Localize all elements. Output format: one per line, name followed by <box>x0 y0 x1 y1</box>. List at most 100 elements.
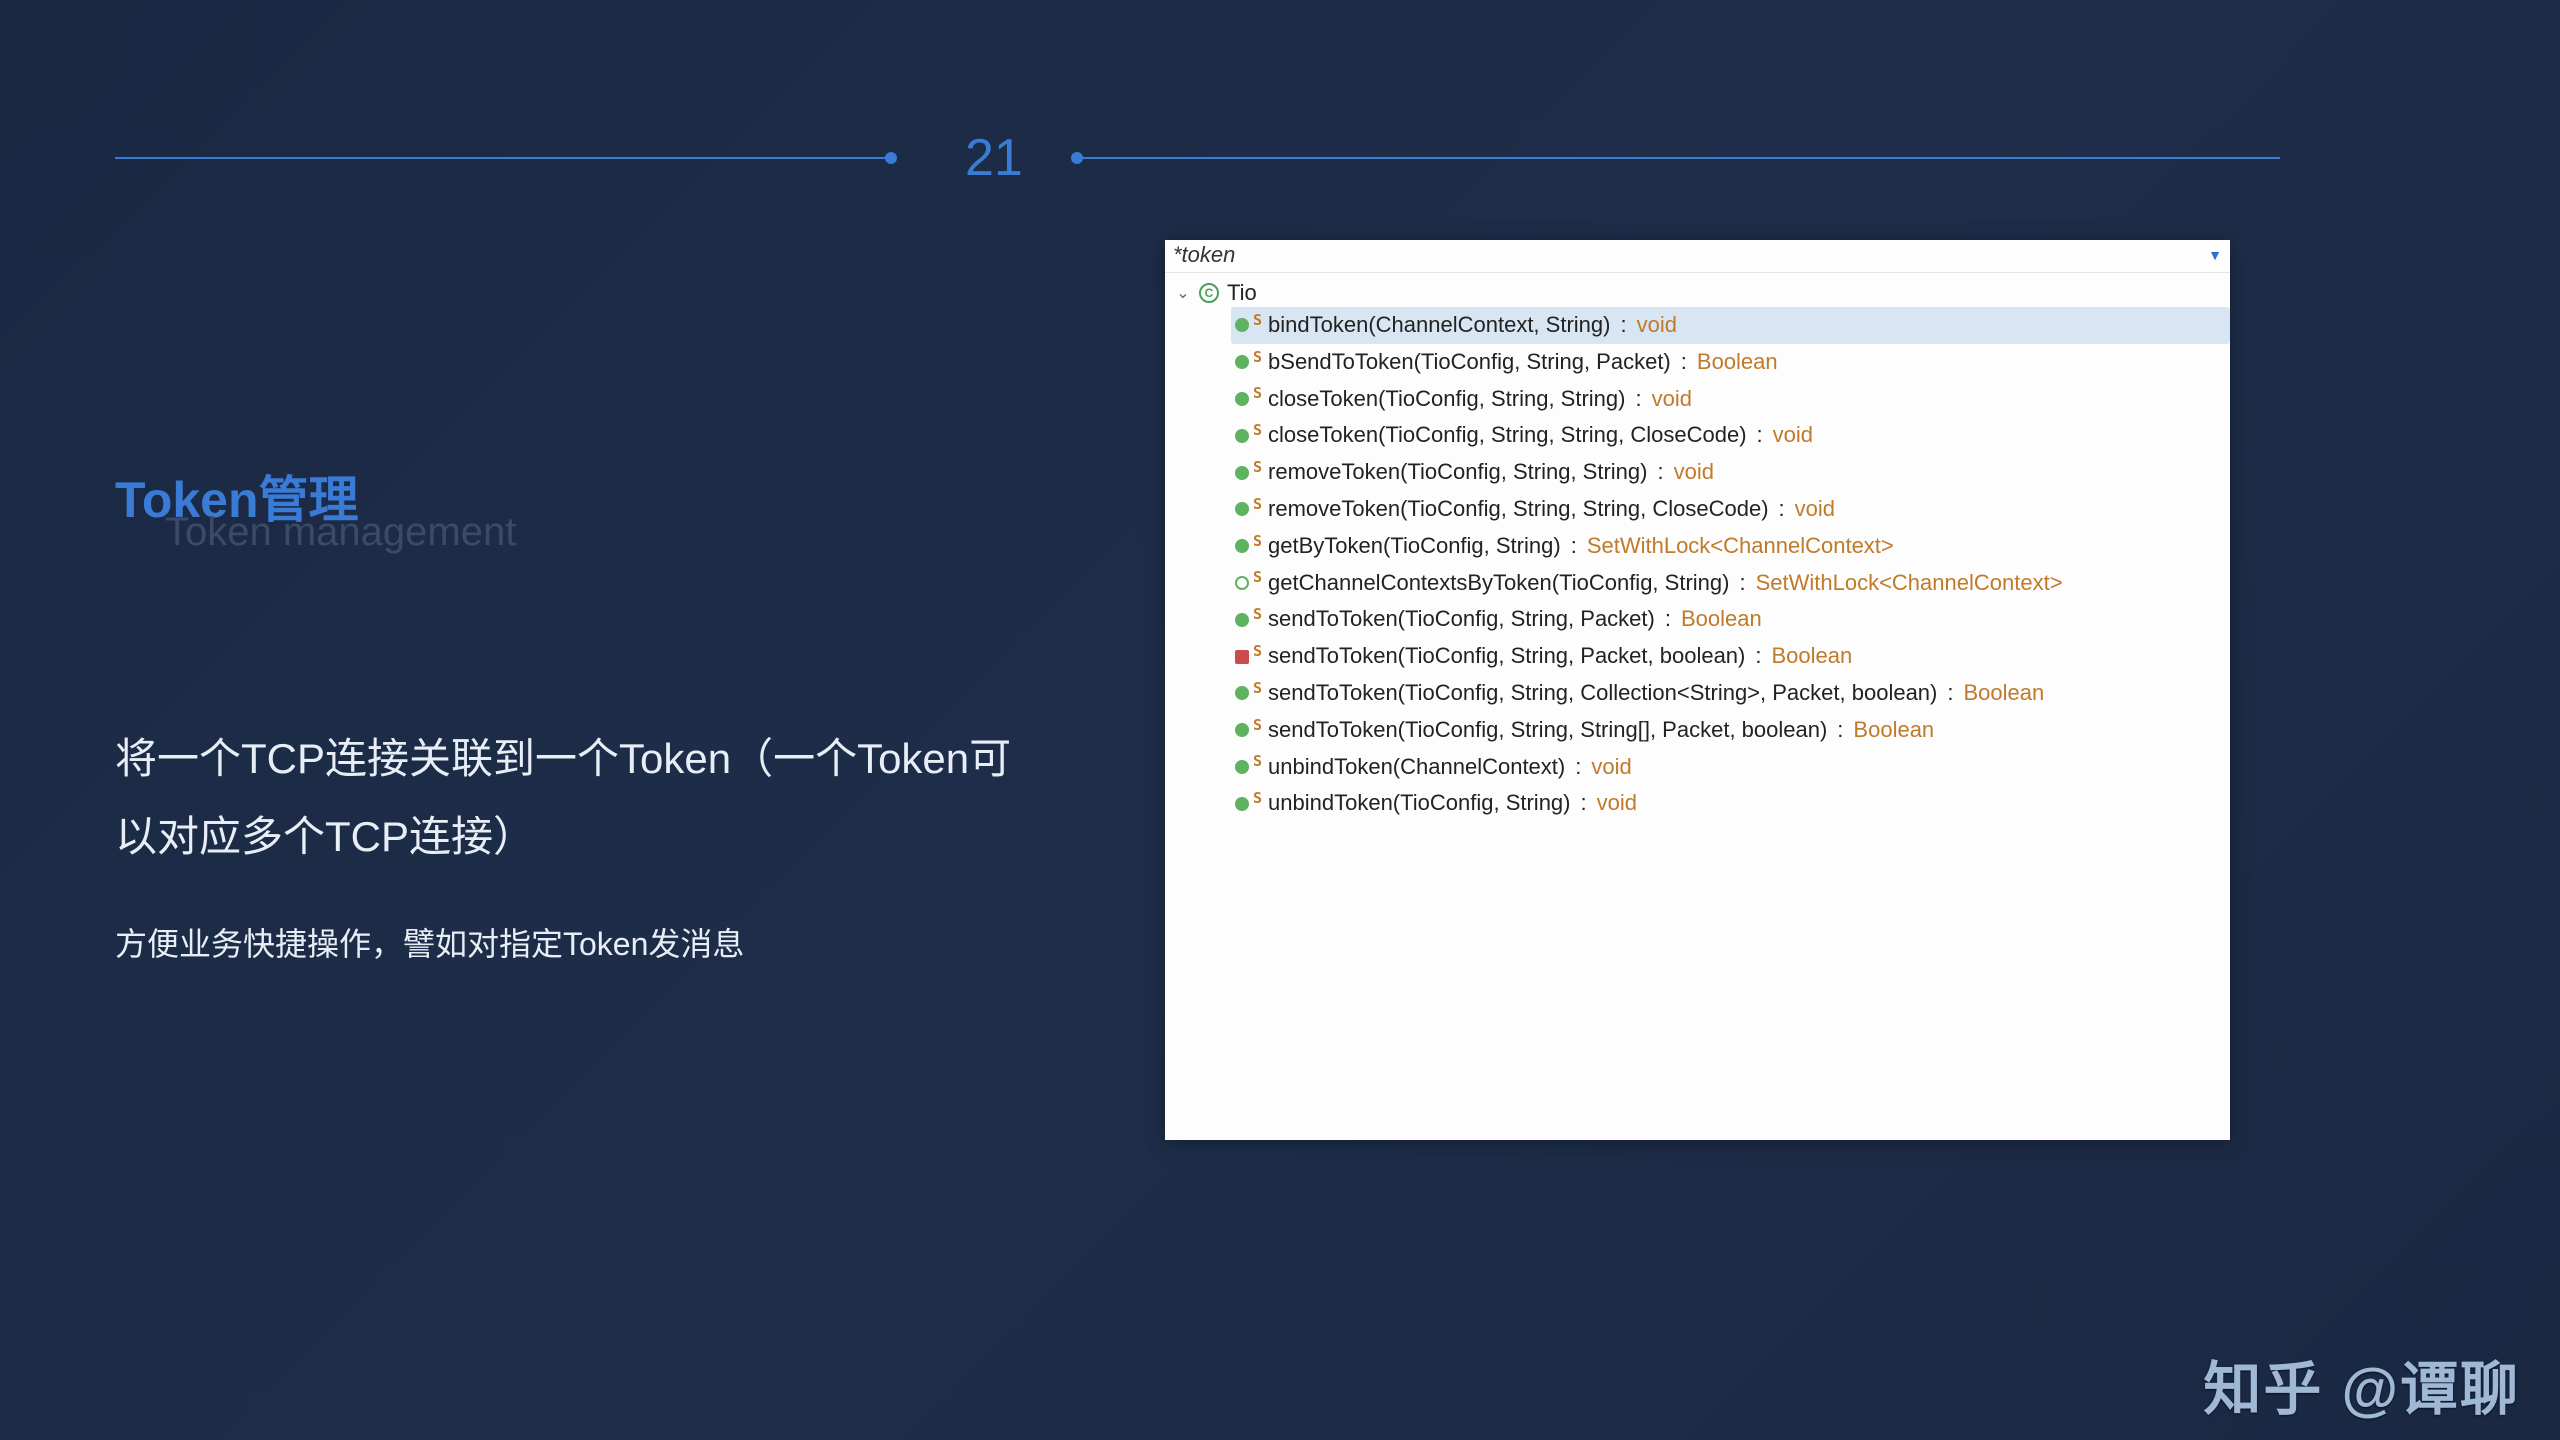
method-return-type: Boolean <box>1772 641 1853 672</box>
method-return-type: void <box>1795 494 1835 525</box>
method-row[interactable]: SremoveToken(TioConfig, String, String):… <box>1231 454 2230 491</box>
method-colon: : <box>1631 384 1645 415</box>
method-signature: unbindToken(TioConfig, String) <box>1268 788 1570 819</box>
method-colon: : <box>1751 641 1765 672</box>
method-return-type: Boolean <box>1853 715 1934 746</box>
method-return-type: SetWithLock<ChannelContext> <box>1587 531 1894 562</box>
method-colon: : <box>1661 604 1675 635</box>
method-signature: closeToken(TioConfig, String, String) <box>1268 384 1625 415</box>
method-row[interactable]: SsendToToken(TioConfig, String, Collecti… <box>1231 675 2230 712</box>
method-signature: sendToToken(TioConfig, String, String[],… <box>1268 715 1827 746</box>
method-colon: : <box>1677 347 1691 378</box>
static-indicator-icon: S <box>1253 751 1262 772</box>
method-visibility-icon <box>1235 429 1249 443</box>
method-colon: : <box>1577 788 1591 819</box>
method-row[interactable]: ScloseToken(TioConfig, String, String, C… <box>1231 417 2230 454</box>
static-indicator-icon: S <box>1253 715 1262 736</box>
method-colon: : <box>1616 310 1630 341</box>
method-return-type: void <box>1597 788 1637 819</box>
method-return-type: SetWithLock<ChannelContext> <box>1756 568 2063 599</box>
static-indicator-icon: S <box>1253 641 1262 662</box>
class-name: Tio <box>1227 280 1257 306</box>
method-return-type: Boolean <box>1697 347 1778 378</box>
method-visibility-icon <box>1235 539 1249 553</box>
search-input-text: *token <box>1173 242 1235 268</box>
search-row[interactable]: *token ▼ <box>1165 240 2230 273</box>
method-colon: : <box>1567 531 1581 562</box>
method-signature: sendToToken(TioConfig, String, Collectio… <box>1268 678 1937 709</box>
method-return-type: Boolean <box>1964 678 2045 709</box>
method-signature: removeToken(TioConfig, String, String) <box>1268 457 1647 488</box>
method-row[interactable]: SbSendToToken(TioConfig, String, Packet)… <box>1231 344 2230 381</box>
method-signature: getByToken(TioConfig, String) <box>1268 531 1561 562</box>
method-colon: : <box>1833 715 1847 746</box>
method-list: SbindToken(ChannelContext, String):voidS… <box>1231 307 2230 822</box>
method-signature: sendToToken(TioConfig, String, Packet) <box>1268 604 1655 635</box>
description-sub: 方便业务快捷操作，譬如对指定Token发消息 <box>115 919 1015 965</box>
method-signature: sendToToken(TioConfig, String, Packet, b… <box>1268 641 1745 672</box>
ide-outline-panel: *token ▼ ⌄ C Tio SbindToken(ChannelConte… <box>1165 240 2230 1140</box>
method-row[interactable]: SsendToToken(TioConfig, String, Packet):… <box>1231 601 2230 638</box>
method-row[interactable]: SunbindToken(ChannelContext):void <box>1231 749 2230 786</box>
method-colon: : <box>1653 457 1667 488</box>
method-signature: bindToken(ChannelContext, String) <box>1268 310 1610 341</box>
method-visibility-icon <box>1235 318 1249 332</box>
method-visibility-icon <box>1235 392 1249 406</box>
static-indicator-icon: S <box>1253 383 1262 404</box>
method-colon: : <box>1775 494 1789 525</box>
method-visibility-icon <box>1235 613 1249 627</box>
tree-class-node[interactable]: ⌄ C Tio <box>1171 279 2230 307</box>
class-icon: C <box>1199 283 1219 303</box>
method-signature: unbindToken(ChannelContext) <box>1268 752 1565 783</box>
method-row[interactable]: SgetByToken(TioConfig, String):SetWithLo… <box>1231 528 2230 565</box>
static-indicator-icon: S <box>1253 531 1262 552</box>
method-colon: : <box>1943 678 1957 709</box>
page-number: 21 <box>965 128 1023 188</box>
heading-block: Token管理 Token management <box>115 470 516 555</box>
method-visibility-icon <box>1235 686 1249 700</box>
heading-subtitle: Token management <box>165 510 516 555</box>
method-signature: getChannelContextsByToken(TioConfig, Str… <box>1268 568 1729 599</box>
static-indicator-icon: S <box>1253 567 1262 588</box>
method-row[interactable]: SbindToken(ChannelContext, String):void <box>1231 307 2230 344</box>
method-visibility-icon <box>1235 797 1249 811</box>
method-visibility-icon <box>1235 576 1249 590</box>
method-row[interactable]: ScloseToken(TioConfig, String, String):v… <box>1231 381 2230 418</box>
method-row[interactable]: SsendToToken(TioConfig, String, Packet, … <box>1231 638 2230 675</box>
static-indicator-icon: S <box>1253 347 1262 368</box>
description-block: 将一个TCP连接关联到一个Token（一个Token可以对应多个TCP连接） 方… <box>115 720 1015 965</box>
outline-tree: ⌄ C Tio SbindToken(ChannelContext, Strin… <box>1165 273 2230 822</box>
static-indicator-icon: S <box>1253 604 1262 625</box>
method-visibility-icon <box>1235 650 1249 664</box>
static-indicator-icon: S <box>1253 310 1262 331</box>
method-signature: bSendToToken(TioConfig, String, Packet) <box>1268 347 1671 378</box>
method-signature: removeToken(TioConfig, String, String, C… <box>1268 494 1769 525</box>
static-indicator-icon: S <box>1253 420 1262 441</box>
dropdown-icon[interactable]: ▼ <box>2208 247 2222 263</box>
method-visibility-icon <box>1235 466 1249 480</box>
method-row[interactable]: SsendToToken(TioConfig, String, String[]… <box>1231 712 2230 749</box>
method-row[interactable]: SunbindToken(TioConfig, String):void <box>1231 785 2230 822</box>
method-return-type: Boolean <box>1681 604 1762 635</box>
method-visibility-icon <box>1235 723 1249 737</box>
static-indicator-icon: S <box>1253 494 1262 515</box>
method-colon: : <box>1753 420 1767 451</box>
description-main: 将一个TCP连接关联到一个Token（一个Token可以对应多个TCP连接） <box>115 720 1015 875</box>
divider-line-right <box>1083 157 2280 159</box>
method-return-type: void <box>1637 310 1677 341</box>
expand-icon[interactable]: ⌄ <box>1175 283 1191 303</box>
method-visibility-icon <box>1235 760 1249 774</box>
static-indicator-icon: S <box>1253 678 1262 699</box>
method-visibility-icon <box>1235 502 1249 516</box>
method-return-type: void <box>1591 752 1631 783</box>
method-visibility-icon <box>1235 355 1249 369</box>
method-return-type: void <box>1773 420 1813 451</box>
method-return-type: void <box>1652 384 1692 415</box>
method-return-type: void <box>1674 457 1714 488</box>
method-row[interactable]: SremoveToken(TioConfig, String, String, … <box>1231 491 2230 528</box>
static-indicator-icon: S <box>1253 457 1262 478</box>
method-signature: closeToken(TioConfig, String, String, Cl… <box>1268 420 1747 451</box>
method-colon: : <box>1735 568 1749 599</box>
method-colon: : <box>1571 752 1585 783</box>
method-row[interactable]: SgetChannelContextsByToken(TioConfig, St… <box>1231 565 2230 602</box>
